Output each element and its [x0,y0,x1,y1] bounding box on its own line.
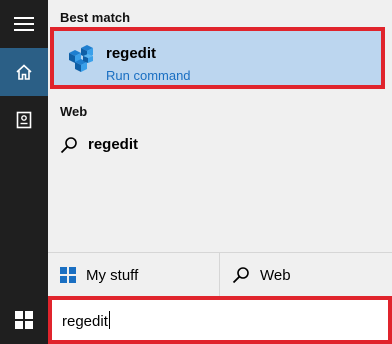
results-panel: Best match regedit Run command Web reged… [48,0,392,297]
start-button[interactable] [0,296,48,344]
home-icon [16,64,32,80]
search-icon [232,267,249,284]
web-result-label: regedit [88,136,139,153]
scope-divider [219,253,220,297]
my-stuff-label: My stuff [86,266,139,284]
web-heading: Web [60,104,88,119]
search-query: regedit [62,313,108,330]
web-scope-label: Web [260,266,291,284]
registry-editor-icon [69,45,93,72]
web-search-button[interactable]: Web [232,253,291,297]
notebook-icon [16,111,32,129]
windows-logo-icon [60,267,76,283]
best-match-subtitle: Run command [106,68,191,83]
notebook-button[interactable] [0,96,48,144]
search-icon [60,137,77,154]
windows-logo-icon [15,311,33,329]
menu-button[interactable] [0,0,48,48]
best-match-title: regedit [106,45,157,62]
search-scope-bar: My stuff Web [48,252,392,297]
hamburger-icon [14,17,34,31]
my-stuff-button[interactable]: My stuff [60,253,138,297]
start-rail [0,0,48,344]
search-input-text: regedit [62,311,110,330]
web-result-item[interactable]: regedit [48,128,392,164]
home-button[interactable] [0,48,48,96]
text-caret [108,311,110,329]
best-match-result[interactable]: regedit Run command [50,27,385,89]
search-input[interactable]: regedit [48,296,392,344]
best-match-heading: Best match [60,10,131,25]
